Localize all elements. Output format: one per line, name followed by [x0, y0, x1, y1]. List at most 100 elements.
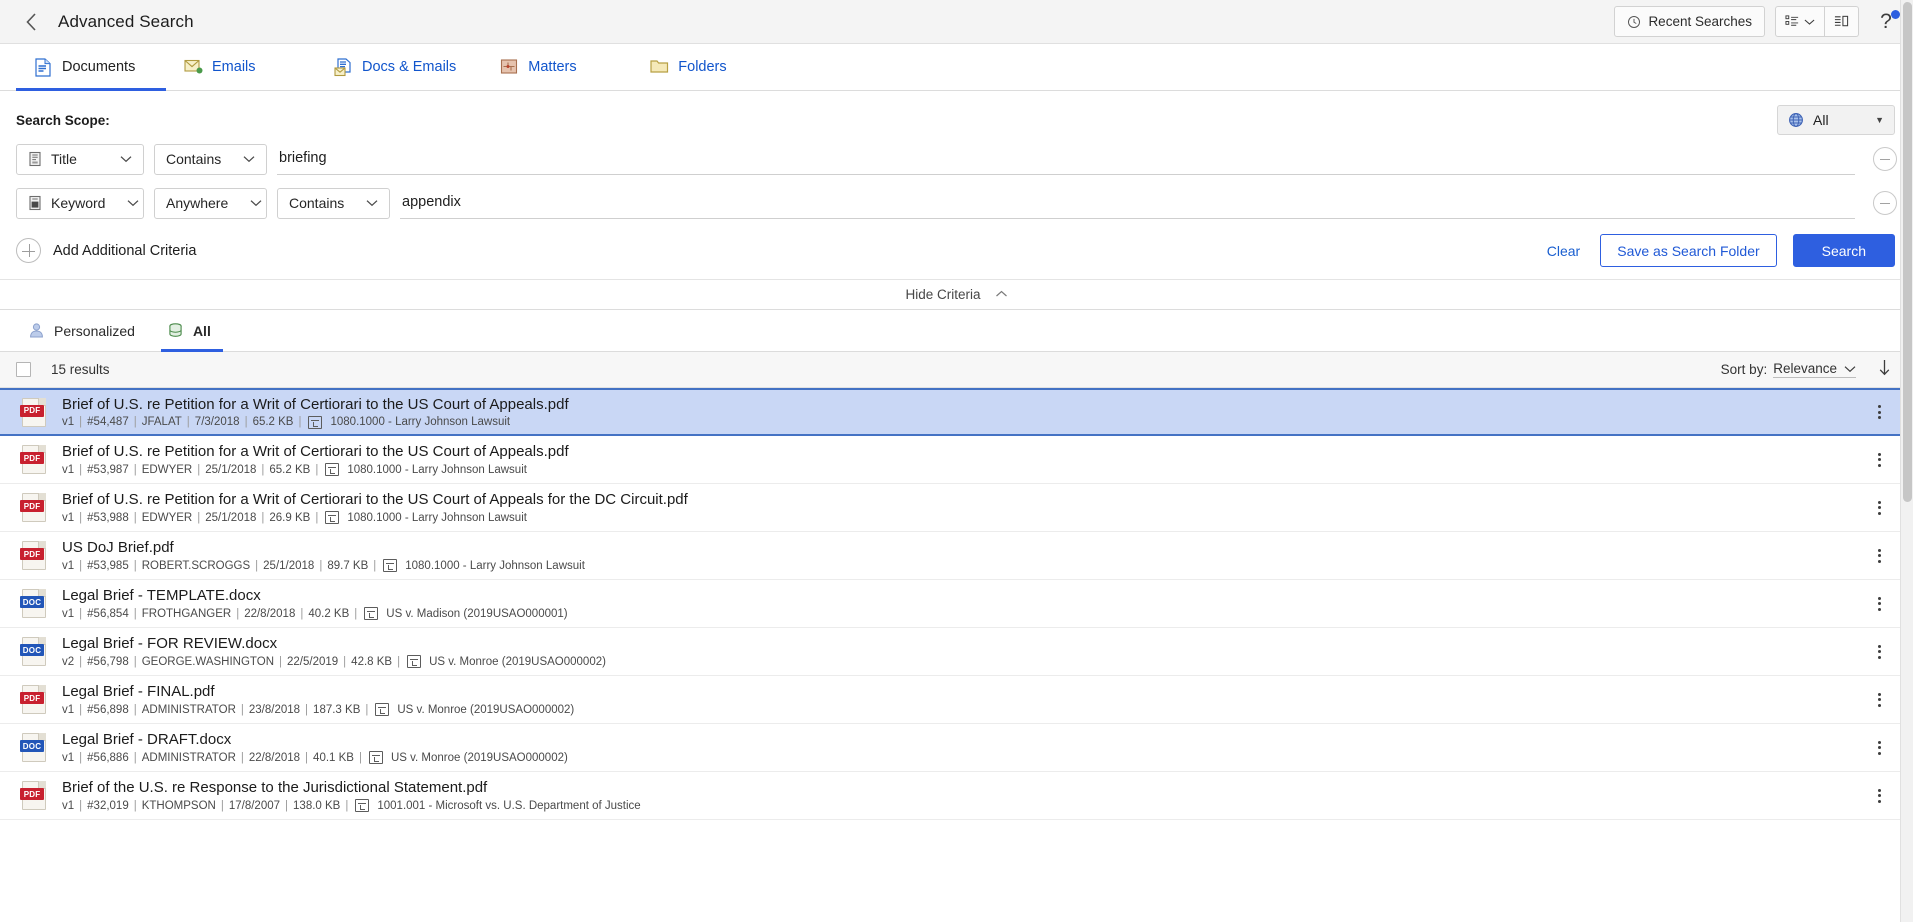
- results-count: 15 results: [51, 362, 110, 377]
- row-menu-button[interactable]: [1853, 736, 1891, 760]
- result-scope-tabs: Personalized All: [0, 310, 1913, 352]
- view-toggle-group: [1775, 6, 1859, 37]
- result-id: #54,487: [87, 416, 129, 428]
- result-meta: v1 | #54,487 | JFALAT | 7/3/2018 | 65.2 KB | …: [62, 415, 511, 429]
- criteria-field-dropdown[interactable]: Title: [16, 143, 144, 175]
- recent-searches-button[interactable]: Recent Searches: [1614, 6, 1765, 37]
- tab-emails-label: Emails: [212, 59, 256, 75]
- criteria-field-value: Title: [51, 151, 77, 167]
- sort-direction-button[interactable]: [1878, 359, 1891, 380]
- database-icon: [169, 323, 182, 337]
- criteria-operator-value: Contains: [289, 195, 345, 211]
- result-row-text: Brief of U.S. re Petition for a Writ of …: [62, 491, 1853, 524]
- history-clock-icon: [1628, 15, 1641, 28]
- hide-criteria-toggle[interactable]: Hide Criteria: [0, 279, 1913, 310]
- result-matter: 1080.1000 - Larry Johnson Lawsuit: [405, 559, 585, 572]
- result-date: 7/3/2018: [194, 416, 240, 428]
- tab-emails[interactable]: Emails: [166, 44, 316, 90]
- criteria-operator-dropdown[interactable]: Contains: [277, 187, 390, 219]
- result-title: Legal Brief - FOR REVIEW.docx: [62, 635, 278, 652]
- select-all-checkbox[interactable]: [16, 362, 31, 377]
- chevron-up-icon: [995, 289, 1008, 301]
- result-row[interactable]: PDF Brief of U.S. re Petition for a Writ…: [0, 484, 1913, 532]
- tab-all[interactable]: All: [160, 310, 237, 352]
- result-row[interactable]: PDF Brief of U.S. re Petition for a Writ…: [0, 436, 1913, 484]
- tab-personalized-label: Personalized: [54, 322, 135, 339]
- criteria-operator-dropdown[interactable]: Contains: [154, 143, 267, 175]
- result-size: 42.8 KB: [351, 655, 393, 668]
- remove-criteria-button[interactable]: [1873, 191, 1897, 215]
- scope-dropdown[interactable]: All ▼: [1777, 105, 1895, 135]
- help-button[interactable]: ?: [1873, 9, 1900, 35]
- remove-criteria-button[interactable]: [1873, 147, 1897, 171]
- clear-button[interactable]: Clear: [1533, 243, 1594, 259]
- tab-matters[interactable]: Matters: [482, 44, 632, 90]
- result-row[interactable]: PDF US DoJ Brief.pdf v1 | #53,985 | ROBERT…: [0, 532, 1913, 580]
- result-date: 23/8/2018: [248, 703, 301, 716]
- result-title: Legal Brief - DRAFT.docx: [62, 731, 232, 748]
- tab-personalized[interactable]: Personalized: [22, 310, 161, 351]
- result-author: KTHOMPSON: [141, 799, 216, 812]
- row-menu-button[interactable]: [1853, 400, 1891, 424]
- list-view-button[interactable]: [1775, 6, 1825, 37]
- criteria-value-input[interactable]: [400, 187, 1855, 219]
- page-scrollbar[interactable]: [1900, 0, 1913, 922]
- matter-icon: [500, 58, 518, 77]
- result-date: 22/5/2019: [287, 655, 339, 668]
- keyword-field-icon: [28, 195, 43, 211]
- sort-by-dropdown[interactable]: Relevance: [1773, 361, 1856, 378]
- result-size: 65.2 KB: [252, 416, 294, 428]
- row-menu-button[interactable]: [1853, 640, 1891, 664]
- search-button[interactable]: Search: [1792, 234, 1895, 267]
- results-toolbar: 15 results Sort by: Relevance: [0, 352, 1913, 388]
- matter-icon: [325, 511, 340, 524]
- result-id: #53,987: [87, 463, 129, 476]
- search-scope-label: Search Scope:: [16, 112, 110, 128]
- criteria-operator-value: Contains: [166, 151, 222, 167]
- tab-documents[interactable]: Documents: [16, 44, 166, 91]
- row-menu-button[interactable]: [1853, 544, 1891, 568]
- criteria-actions-row: Add Additional Criteria Clear Save as Se…: [0, 225, 1913, 279]
- minus-circle-icon: [1880, 202, 1890, 204]
- result-author: GEORGE.WASHINGTON: [141, 655, 274, 668]
- chevron-down-icon: [1844, 361, 1856, 376]
- result-row[interactable]: DOC Legal Brief - TEMPLATE.docx v1 | #56,…: [0, 580, 1913, 628]
- scope-dropdown-value: All: [1813, 112, 1829, 128]
- save-as-search-folder-button[interactable]: Save as Search Folder: [1600, 234, 1777, 267]
- result-row[interactable]: PDF Brief of U.S. re Petition for a Writ…: [0, 388, 1913, 436]
- result-version: v1: [62, 607, 75, 620]
- row-menu-button[interactable]: [1853, 688, 1891, 712]
- detail-view-button[interactable]: [1825, 6, 1859, 37]
- add-additional-criteria-button[interactable]: Add Additional Criteria: [16, 238, 196, 263]
- row-menu-button[interactable]: [1853, 784, 1891, 808]
- row-menu-button[interactable]: [1853, 448, 1891, 472]
- result-id: #56,798: [87, 655, 129, 668]
- tab-docs-and-emails[interactable]: Docs & Emails: [316, 44, 482, 90]
- row-menu-button[interactable]: [1853, 496, 1891, 520]
- criteria-value-input[interactable]: [277, 143, 1855, 175]
- pdf-file-icon: PDF: [20, 781, 46, 810]
- tab-folders[interactable]: Folders: [632, 44, 782, 90]
- criteria-field-dropdown[interactable]: Keyword: [16, 187, 144, 219]
- result-row-text: Brief of U.S. re Petition for a Writ of …: [62, 443, 1853, 476]
- back-button[interactable]: [16, 7, 46, 37]
- result-version: v1: [62, 416, 75, 428]
- result-row[interactable]: PDF Legal Brief - FINAL.pdf v1 | #56,898 |…: [0, 676, 1913, 724]
- page-scrollbar-thumb[interactable]: [1903, 2, 1912, 502]
- result-id: #56,898: [87, 703, 129, 716]
- result-row-text: US DoJ Brief.pdf v1 | #53,985 | ROBERT.SCR…: [62, 539, 1853, 572]
- chevron-down-icon: [236, 199, 262, 207]
- tab-all-label: All: [192, 322, 211, 339]
- result-date: 22/8/2018: [248, 751, 301, 764]
- result-row[interactable]: DOC Legal Brief - FOR REVIEW.docx v2 | #5…: [0, 628, 1913, 676]
- result-row[interactable]: PDF Brief of the U.S. re Response to the…: [0, 772, 1913, 820]
- row-menu-button[interactable]: [1853, 592, 1891, 616]
- result-version: v1: [62, 703, 75, 716]
- criteria-location-dropdown[interactable]: Anywhere: [154, 187, 267, 219]
- result-date: 17/8/2007: [228, 799, 281, 812]
- doc-file-icon: DOC: [20, 733, 46, 762]
- result-row[interactable]: DOC Legal Brief - DRAFT.docx v1 | #56,886…: [0, 724, 1913, 772]
- result-size: 40.2 KB: [308, 607, 350, 620]
- criteria-field-value: Keyword: [51, 195, 106, 211]
- advanced-search-app: Advanced Search Recent Searches ? Docume…: [0, 0, 1913, 922]
